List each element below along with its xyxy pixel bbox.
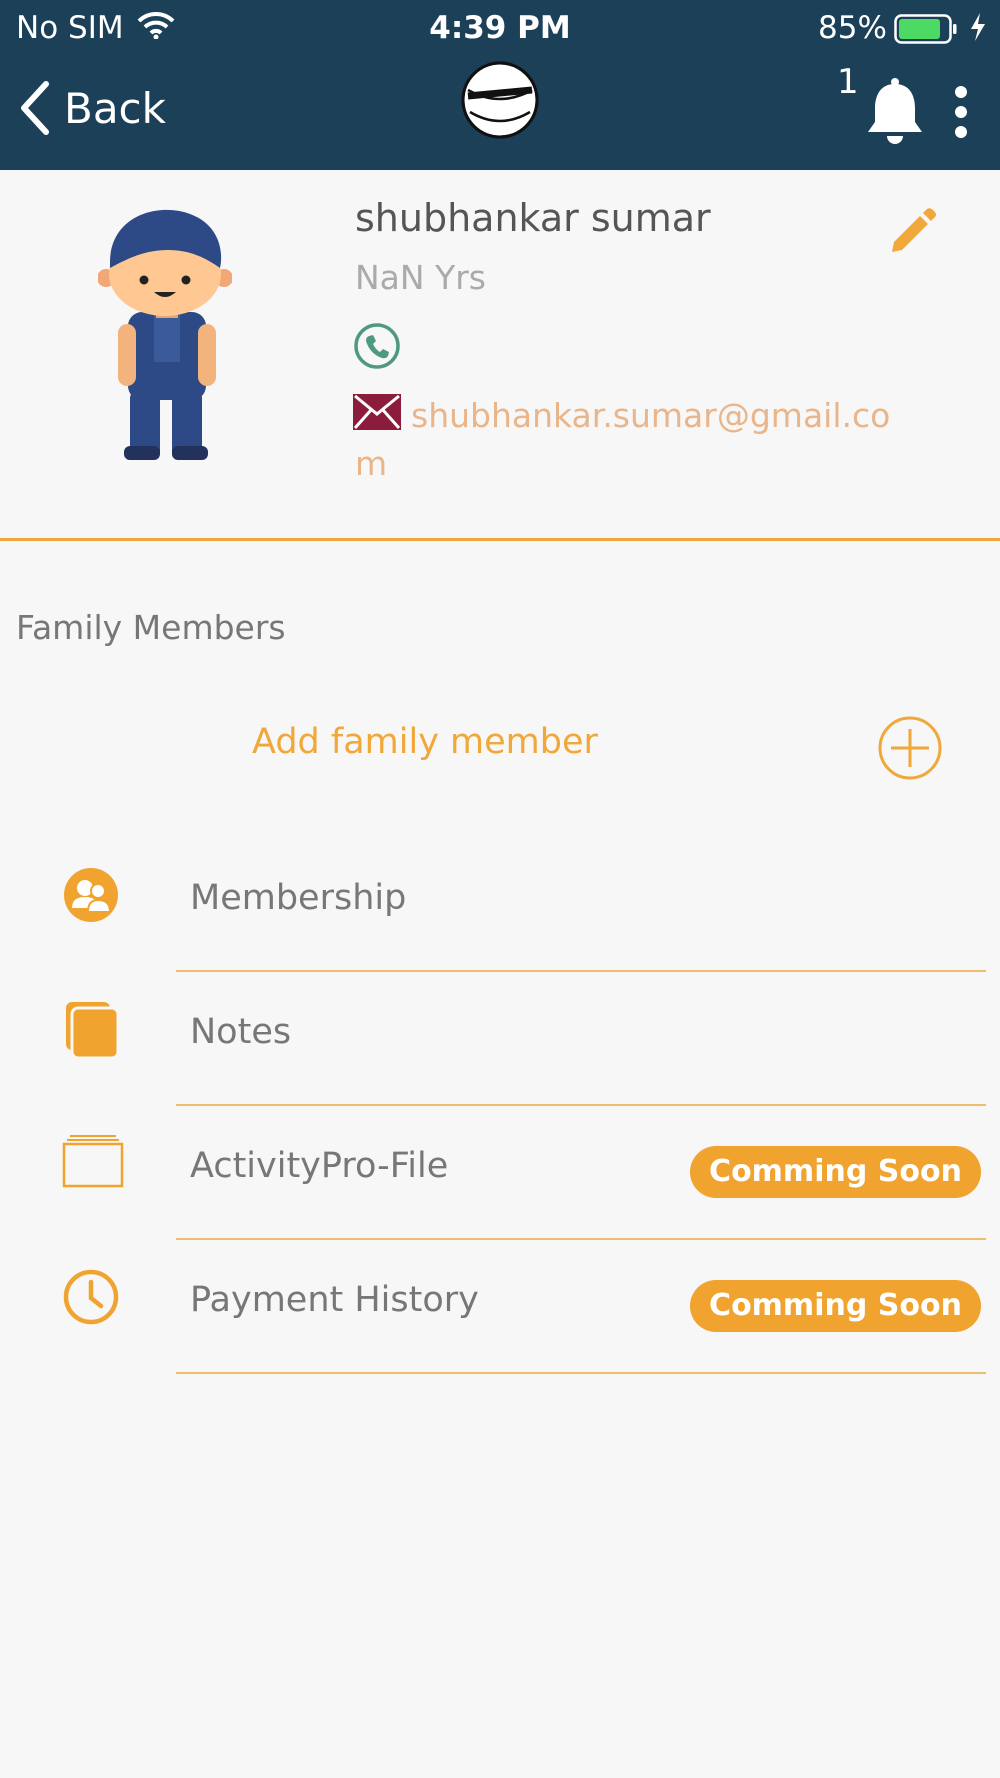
back-button[interactable]: Back	[18, 78, 166, 138]
menu-item-membership[interactable]: Membership	[0, 866, 1000, 1000]
membership-icon	[62, 866, 124, 928]
notes-icon	[62, 1000, 124, 1062]
chevron-left-icon	[21, 81, 49, 135]
avatar	[97, 206, 233, 466]
coming-soon-badge: Comming Soon	[690, 1146, 981, 1198]
profile-card: shubhankar sumar NaN Yrs shubhankar.suma…	[0, 170, 1000, 538]
back-label: Back	[64, 83, 166, 133]
menu-item-label: ActivityPro-File	[190, 1146, 449, 1186]
folder-icon	[62, 1134, 124, 1196]
row-divider	[176, 1238, 986, 1240]
more-options-icon[interactable]	[949, 84, 973, 144]
profile-name: shubhankar sumar	[355, 196, 711, 240]
bell-icon[interactable]	[864, 76, 926, 150]
profile-email[interactable]: shubhankar.sumar@gmail.com	[355, 392, 895, 488]
profile-age: NaN Yrs	[355, 258, 487, 297]
charging-icon	[968, 12, 988, 50]
row-divider	[176, 1372, 986, 1374]
row-divider	[176, 1104, 986, 1106]
battery-percent: 85%	[818, 10, 887, 46]
menu-item-label: Notes	[190, 1012, 292, 1052]
profile-divider	[0, 538, 1000, 541]
add-circle-icon[interactable]	[877, 715, 943, 785]
add-family-member-link[interactable]: Add family member	[252, 722, 598, 762]
status-bar: No SIM 4:39 PM 85%	[0, 0, 1000, 56]
phone-icon[interactable]	[353, 322, 401, 374]
row-divider	[176, 970, 986, 972]
menu-item-activitypro-file[interactable]: ActivityPro-File Comming Soon	[0, 1134, 1000, 1268]
edit-pencil-icon[interactable]	[886, 204, 938, 260]
menu-item-notes[interactable]: Notes	[0, 1000, 1000, 1134]
notification-count: 1	[837, 62, 859, 102]
app-logo	[460, 60, 540, 140]
menu-item-payment-history[interactable]: Payment History Comming Soon	[0, 1268, 1000, 1402]
coming-soon-badge: Comming Soon	[690, 1280, 981, 1332]
family-members-title: Family Members	[16, 608, 286, 647]
clock-icon	[62, 1268, 124, 1330]
menu-item-label: Membership	[190, 878, 407, 918]
app-header: No SIM 4:39 PM 85% Back 1	[0, 0, 1000, 170]
menu-item-label: Payment History	[190, 1280, 479, 1320]
battery-icon	[894, 14, 958, 52]
